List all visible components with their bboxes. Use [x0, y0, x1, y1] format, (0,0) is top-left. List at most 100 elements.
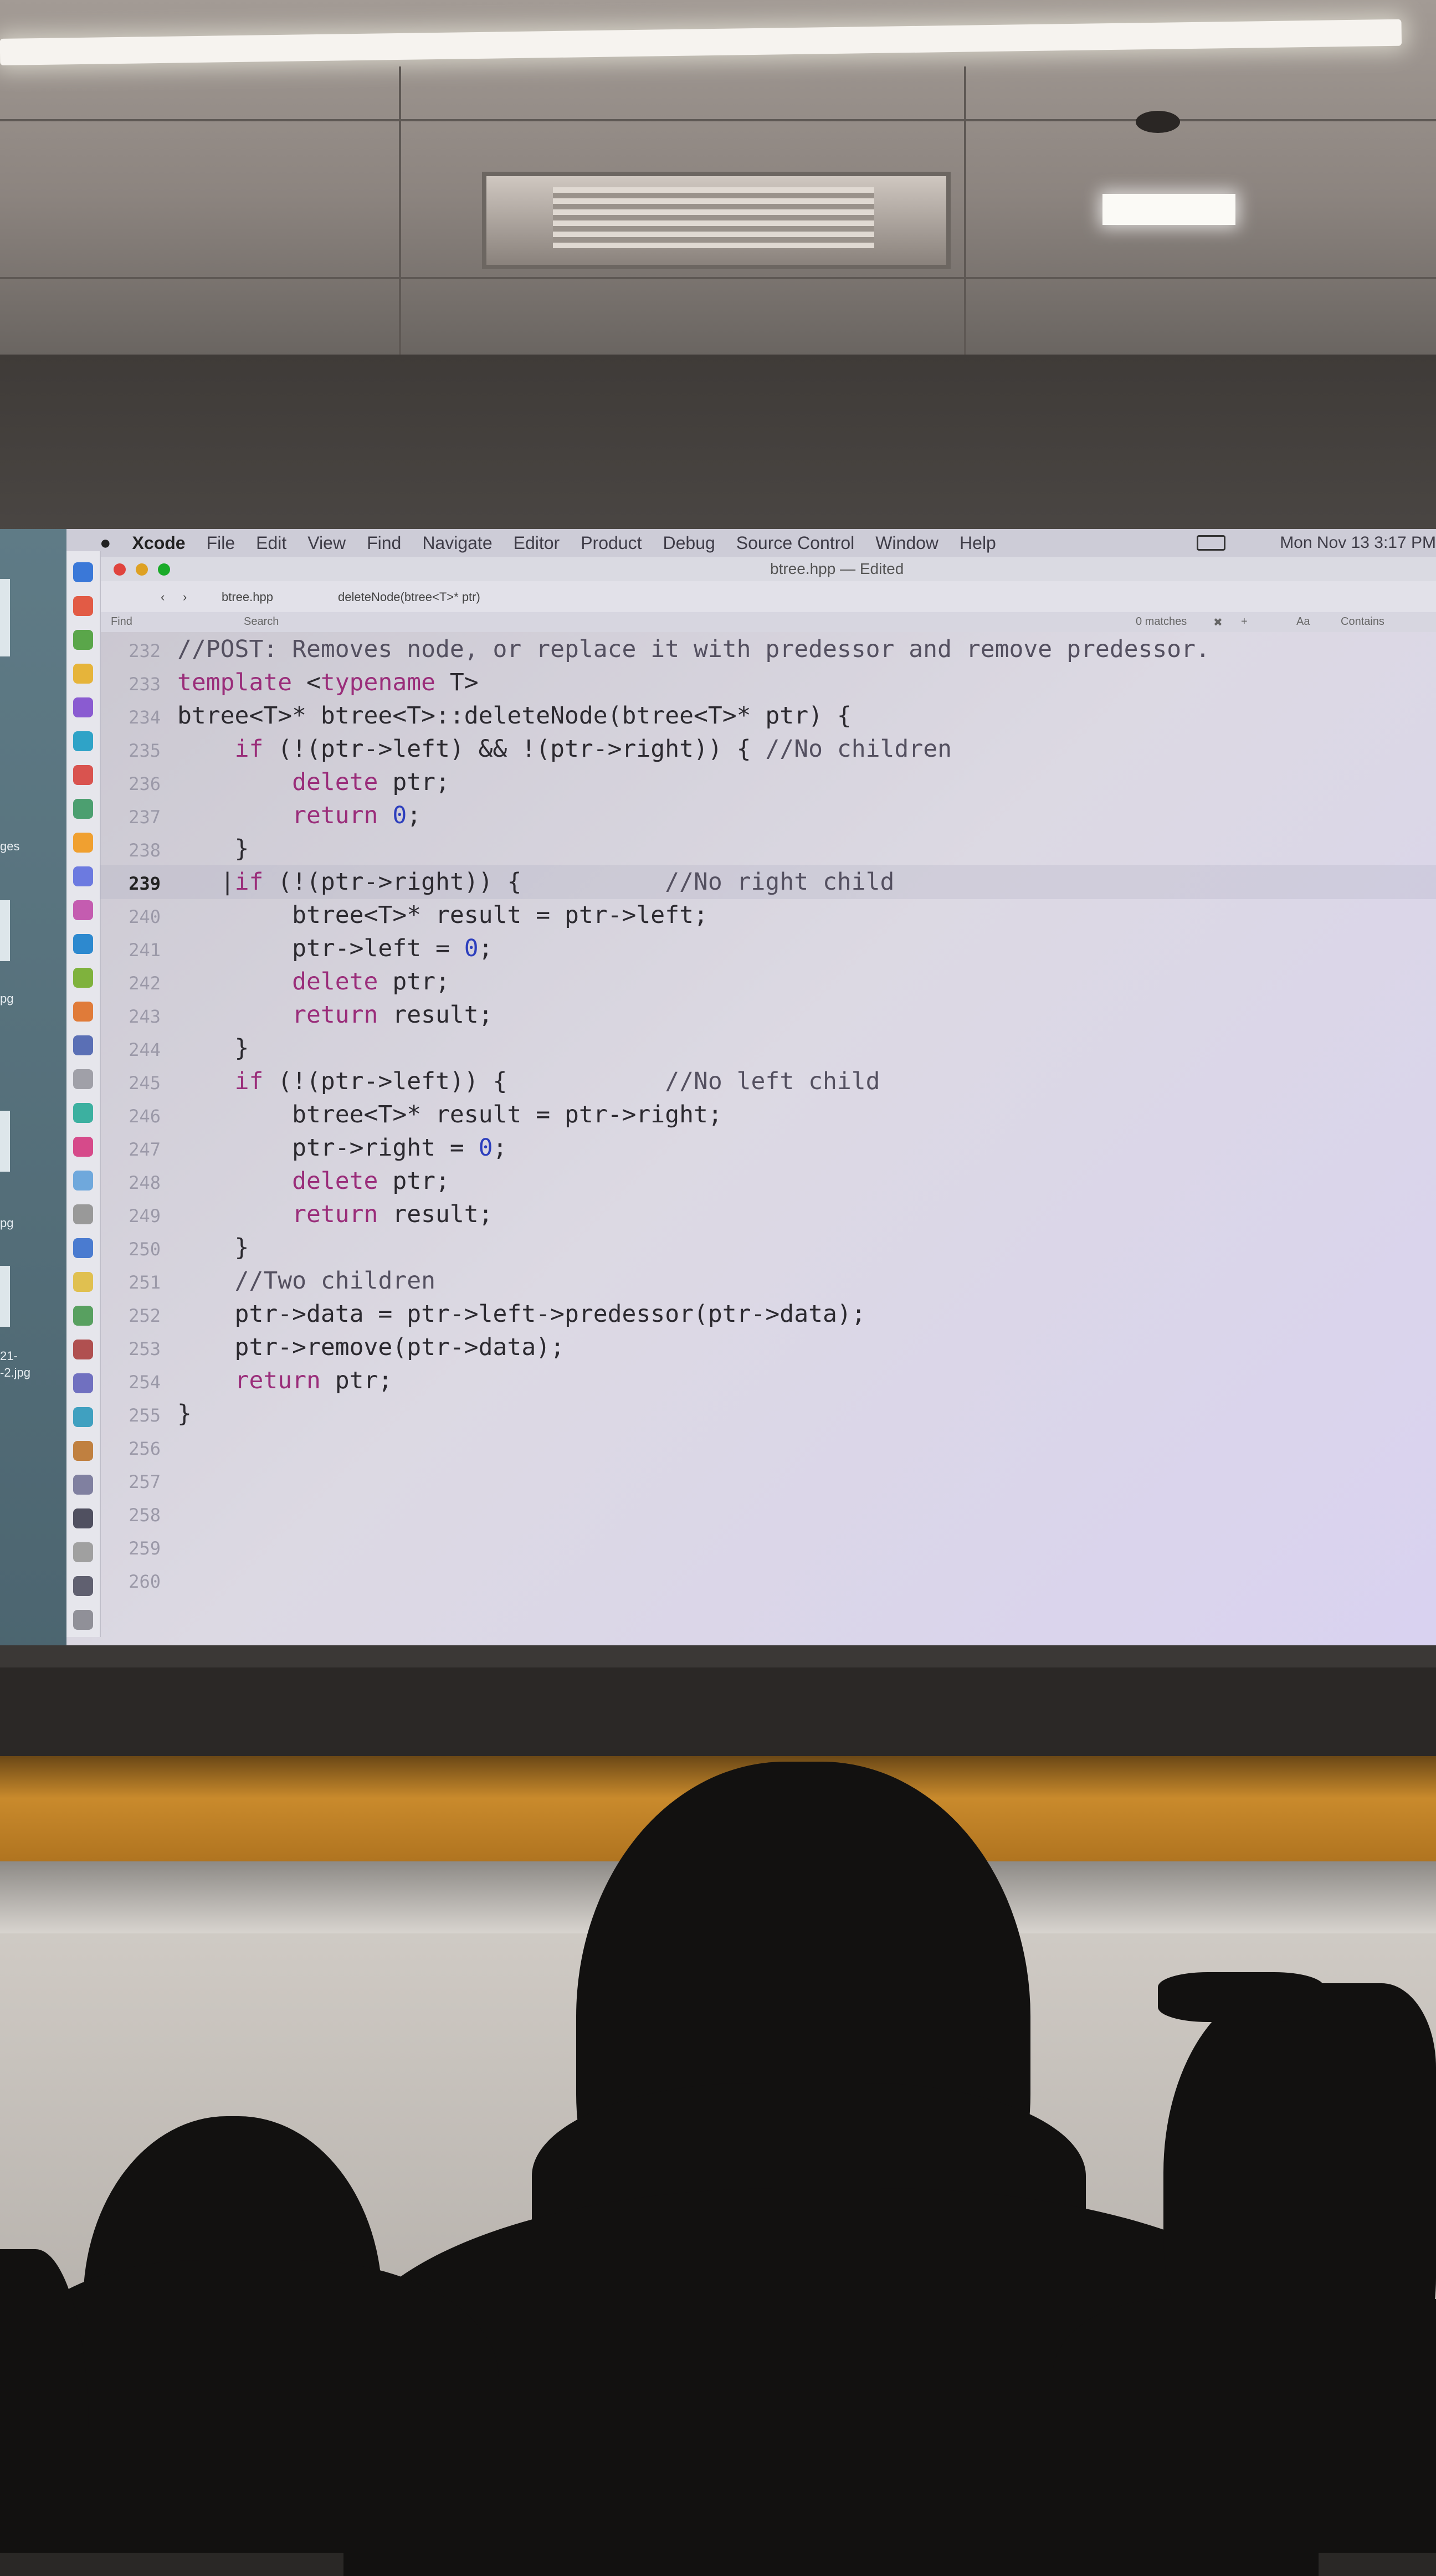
dock-app-icon[interactable] [73, 1238, 93, 1258]
dock-app-icon[interactable] [73, 630, 93, 650]
code-line[interactable]: 259 [100, 1530, 1436, 1564]
line-number: 241 [129, 940, 161, 961]
menu-debug[interactable]: Debug [663, 533, 715, 553]
dock-app-icon[interactable] [73, 1002, 93, 1022]
dock-app-icon[interactable] [73, 799, 93, 819]
line-number: 244 [129, 1039, 161, 1060]
dock-app-icon[interactable] [73, 765, 93, 785]
code-line[interactable]: 255} [100, 1397, 1436, 1431]
menu-product[interactable]: Product [581, 533, 642, 553]
code-line[interactable]: 244 } [100, 1031, 1436, 1065]
code-line[interactable]: 236 delete ptr; [100, 765, 1436, 799]
code-line[interactable]: 257 [100, 1463, 1436, 1497]
code-line[interactable]: 240 btree<T>* result = ptr->left; [100, 898, 1436, 932]
code-line[interactable]: 250 } [100, 1230, 1436, 1265]
code-editor[interactable]: 232 //POST: Removes node, or replace it w… [100, 632, 1436, 1645]
dock-app-icon[interactable] [73, 1272, 93, 1292]
code-line[interactable]: 233 template <typename T> [100, 665, 1436, 700]
menu-help[interactable]: Help [960, 533, 996, 553]
jumpbar-symbol[interactable]: deleteNode(btree<T>* ptr) [338, 590, 480, 604]
apple-logo-icon[interactable]: ● [100, 532, 111, 554]
dock-app-icon[interactable] [73, 664, 93, 684]
code-line[interactable]: 248 delete ptr; [100, 1164, 1436, 1198]
code-line[interactable]: 253 ptr->remove(ptr->data); [100, 1330, 1436, 1364]
dock-app-icon[interactable] [73, 1610, 93, 1630]
add-icon[interactable]: + [1241, 615, 1248, 628]
dock-app-icon[interactable] [73, 1475, 93, 1495]
search-field[interactable]: Search [244, 615, 279, 628]
menu-navigate[interactable]: Navigate [422, 533, 492, 553]
file-label: pg [0, 992, 14, 1005]
code-line[interactable]: 245 if (!(ptr->left)) { //No left child [100, 1064, 1436, 1099]
dock-app-icon[interactable] [73, 934, 93, 954]
code-line[interactable]: 241 ptr->left = 0; [100, 931, 1436, 966]
contains-option[interactable]: Contains [1341, 615, 1384, 628]
code-line[interactable]: 256 [100, 1430, 1436, 1464]
jumpbar-file[interactable]: btree.hpp [222, 590, 273, 604]
dock-app-icon[interactable] [73, 1171, 93, 1190]
code-line[interactable]: 251 //Two children [100, 1264, 1436, 1298]
code-line[interactable]: 242 delete ptr; [100, 964, 1436, 999]
line-number: 255 [129, 1405, 161, 1426]
code-line[interactable]: 234 btree<T>* btree<T>::deleteNode(btree<… [100, 699, 1436, 733]
code-line[interactable]: 237 return 0; [100, 798, 1436, 833]
dock-app-icon[interactable] [73, 562, 93, 582]
code-line[interactable]: 254 return ptr; [100, 1363, 1436, 1398]
find-label[interactable]: Find [111, 615, 132, 628]
forward-arrow-icon[interactable]: › [183, 590, 187, 604]
back-arrow-icon[interactable]: ‹ [161, 590, 165, 604]
code-text: //Two children [234, 1267, 435, 1295]
dock-app-icon[interactable] [73, 1137, 93, 1157]
dock-app-icon[interactable] [73, 1576, 93, 1596]
dock-app-icon[interactable] [73, 1407, 93, 1427]
dock-app-icon[interactable] [73, 833, 93, 853]
code-line[interactable]: 247 ptr->right = 0; [100, 1131, 1436, 1165]
code-line[interactable]: 260 [100, 1563, 1436, 1597]
match-case-button[interactable]: Aa [1296, 615, 1310, 628]
menu-editor[interactable]: Editor [514, 533, 560, 553]
menu-clock[interactable]: Mon Nov 13 3:17 PM [1280, 533, 1436, 552]
code-line[interactable]: 249 return result; [100, 1197, 1436, 1231]
menu-source-control[interactable]: Source Control [736, 533, 854, 553]
dock-app-icon[interactable] [73, 1373, 93, 1393]
menu-edit[interactable]: Edit [256, 533, 286, 553]
dock-app-icon[interactable] [73, 731, 93, 751]
dock-app-icon[interactable] [73, 1035, 93, 1055]
dock-app-icon[interactable] [73, 1306, 93, 1326]
menu-file[interactable]: File [207, 533, 235, 553]
code-line[interactable]: 252 ptr->data = ptr->left->predessor(ptr… [100, 1297, 1436, 1331]
dock-app-icon[interactable] [73, 866, 93, 886]
dock-app-icon[interactable] [73, 1103, 93, 1123]
code-line[interactable]: 243 return result; [100, 998, 1436, 1032]
code-line[interactable]: 238 } [100, 832, 1436, 866]
menu-view[interactable]: View [307, 533, 346, 553]
code-line[interactable]: 232 //POST: Removes node, or replace it w… [100, 632, 1436, 666]
dock-app-icon[interactable] [73, 1069, 93, 1089]
zoom-window-button[interactable] [158, 563, 170, 576]
menu-find[interactable]: Find [367, 533, 401, 553]
dock-app-icon[interactable] [73, 900, 93, 920]
battery-icon[interactable] [1197, 535, 1225, 551]
code-line[interactable]: 246 btree<T>* result = ptr->right; [100, 1097, 1436, 1132]
code-line[interactable]: 239 |if (!(ptr->right)) { //No right chi… [100, 865, 1436, 899]
code-text: btree<T>* result = ptr->right; [177, 1101, 722, 1128]
jump-bar: ‹ › btree.hpp deleteNode(btree<T>* ptr) [66, 581, 1436, 612]
code-line[interactable]: 258 [100, 1496, 1436, 1531]
dock-app-icon[interactable] [73, 697, 93, 717]
clear-search-icon[interactable]: ✖ [1213, 615, 1223, 629]
minimize-window-button[interactable] [136, 563, 148, 576]
code-line[interactable]: 235 if (!(ptr->left) && !(ptr->right)) {… [100, 732, 1436, 766]
close-window-button[interactable] [114, 563, 126, 576]
line-number: 253 [129, 1338, 161, 1359]
dock-app-icon[interactable] [73, 1508, 93, 1528]
dock-app-icon[interactable] [73, 968, 93, 988]
line-number: 254 [129, 1372, 161, 1393]
dock-app-icon[interactable] [73, 596, 93, 616]
dock-app-icon[interactable] [73, 1542, 93, 1562]
dock-app-icon[interactable] [73, 1204, 93, 1224]
menu-window[interactable]: Window [875, 533, 938, 553]
dock-app-icon[interactable] [73, 1340, 93, 1359]
menu-app-name[interactable]: Xcode [132, 533, 186, 553]
line-number: 248 [129, 1172, 161, 1193]
dock-app-icon[interactable] [73, 1441, 93, 1461]
